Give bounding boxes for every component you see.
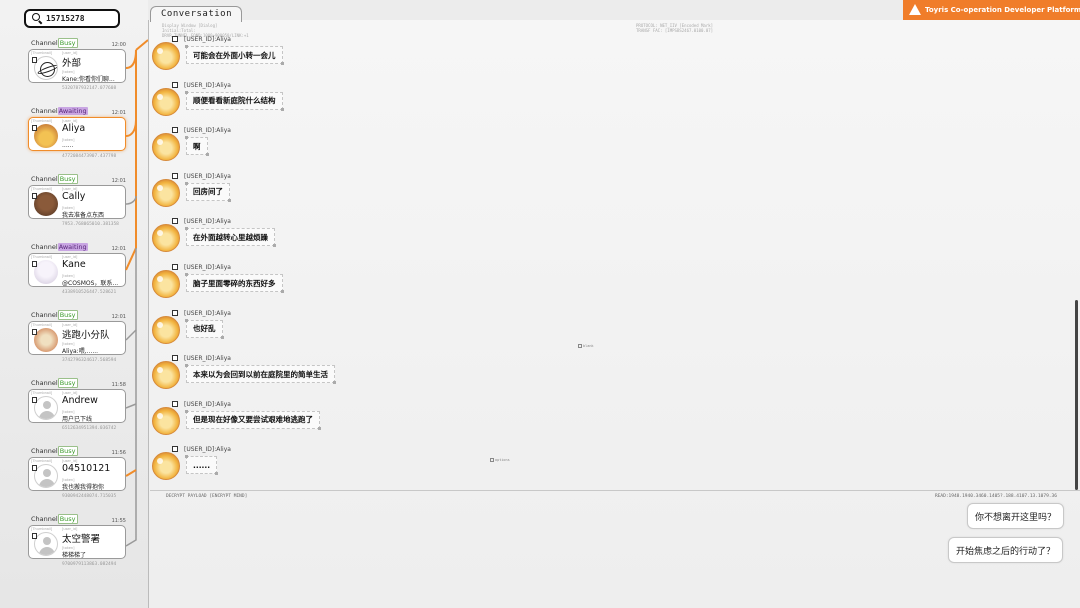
message-user: [USER_ID]:Aliya: [184, 127, 231, 135]
bookmark-icon: [172, 81, 178, 88]
brand-banner: Toyris Co-operation Developer Platform: [903, 0, 1080, 20]
reply-option-2[interactable]: 开始焦虑之后的行动了？: [948, 537, 1064, 563]
message-user: [USER_ID]:Aliya: [184, 218, 231, 226]
decrypt-label: DECRYPT PAYLOAD [ENCRYPT MIND]: [166, 494, 248, 499]
reply-option-1[interactable]: 你不想离开这里吗？: [967, 503, 1065, 529]
marker-box-icon: [490, 458, 494, 462]
avatar: [152, 406, 180, 435]
marker-label: options: [495, 458, 510, 462]
message-item: [USER_ID]:Aliya 啊: [150, 127, 450, 167]
avatar: [152, 87, 180, 116]
message-bubble: 啊: [185, 136, 208, 157]
message-user: [USER_ID]:Aliya: [184, 355, 231, 363]
avatar: [152, 270, 180, 298]
avatar: [152, 452, 180, 481]
avatar: [152, 361, 180, 390]
message-user: [USER_ID]:Aliya: [184, 400, 231, 408]
bookmark-icon: [172, 218, 178, 225]
message-bubble: 也好乱: [185, 318, 223, 339]
bookmark-icon: [172, 309, 178, 316]
message-bubble: 在外面越转心里越烦躁: [185, 227, 276, 248]
message-item: [USER_ID]:Aliya 在外面越转心里越烦躁: [150, 218, 450, 258]
marker-box-icon: [578, 344, 582, 348]
brand-title: Toyris Co-operation Developer Platform: [925, 6, 1080, 14]
channel-connector-lines: [125, 39, 149, 547]
message-item: [USER_ID]:Aliya 可能会在外面小转一会儿: [150, 36, 450, 76]
message-user: [USER_ID]:Aliya: [184, 264, 231, 271]
message-user: [USER_ID]:Aliya: [184, 446, 231, 454]
avatar: [152, 178, 180, 207]
options-marker: options: [490, 458, 510, 462]
avatar: [152, 42, 180, 70]
conversation-header-right: PROTOCOL: NET_IIV [Encoded Mark] TRANSF …: [636, 23, 713, 33]
bookmark-icon: [172, 446, 178, 453]
message-item: [USER_ID]:Aliya 本来以为会回到以前在庭院里的简单生活: [150, 355, 450, 395]
blank-marker: blank: [578, 344, 594, 348]
message-item: [USER_ID]:Aliya......: [150, 446, 450, 486]
message-item: [USER_ID]:Aliya 但是现在好像又要尝试艰难地逃跑了: [150, 400, 450, 441]
bookmark-icon: [172, 172, 178, 179]
avatar: [152, 133, 180, 162]
message-bubble: ......: [184, 455, 219, 476]
bookmark-icon: [172, 400, 178, 407]
marker-label: blank: [583, 344, 594, 348]
avatar: [152, 315, 180, 344]
message-item: [USER_ID]:Aliya 顺便看看新庭院什么结构: [150, 81, 450, 122]
message-bubble: 回房间了: [185, 181, 231, 202]
message-item: [USER_ID]:Aliya 也好乱: [150, 309, 450, 350]
message-bubble: 本来以为会回到以前在庭院里的简单生活: [185, 364, 336, 385]
bookmark-icon: [172, 36, 178, 42]
header-line: TRANSF FAC: [IMPSBS2467.0100.07]: [636, 28, 714, 33]
bookmark-icon: [172, 264, 178, 270]
message-user: [USER_ID]:Aliya: [184, 81, 231, 89]
read-label: READ:1948.1940.3460.1405?.188.4107.13.10…: [935, 494, 1057, 499]
message-bubble: 脑子里面零碎的东西好多: [185, 273, 283, 293]
bookmark-icon: [172, 127, 178, 134]
message-bubble: 顺便看看新庭院什么结构: [185, 90, 283, 111]
bookmark-icon: [172, 355, 178, 362]
message-item: [USER_ID]:Aliya 脑子里面零碎的东西好多: [150, 264, 450, 304]
message-user: [USER_ID]:Aliya: [184, 36, 231, 43]
brand-logo-icon: [909, 4, 921, 15]
message-user: [USER_ID]:Aliya: [184, 309, 231, 317]
tab-conversation[interactable]: Conversation: [150, 6, 242, 22]
message-bubble: 但是现在好像又要尝试艰难地逃跑了: [185, 409, 321, 430]
reply-divider: [150, 490, 1080, 491]
message-scrollbar[interactable]: [1075, 300, 1078, 490]
message-bubble: 可能会在外面小转一会儿: [185, 45, 283, 65]
message-item: [USER_ID]:Aliya 回房间了: [150, 172, 450, 213]
avatar: [152, 224, 180, 253]
message-user: [USER_ID]:Aliya: [184, 172, 231, 180]
